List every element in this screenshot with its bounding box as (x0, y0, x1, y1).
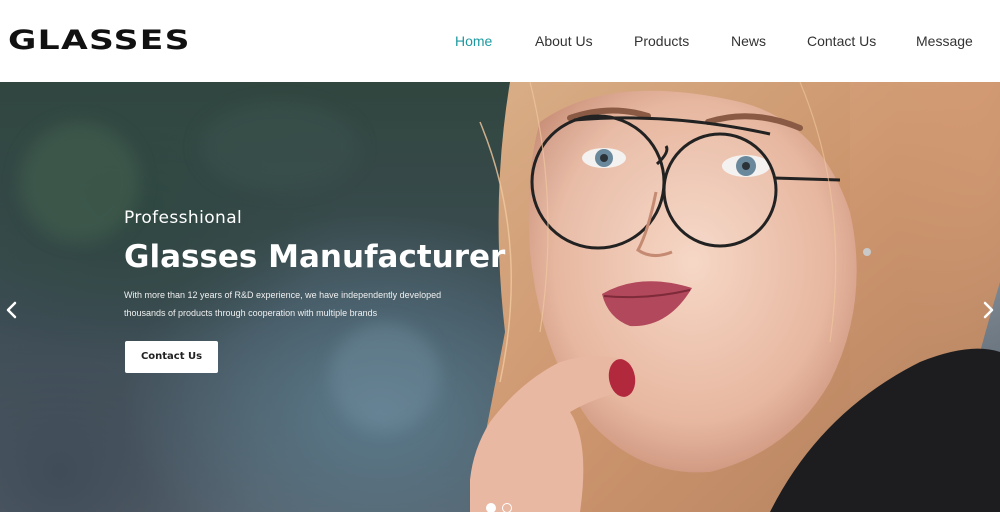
chevron-right-icon (983, 301, 994, 319)
slide-pagination (486, 503, 516, 512)
hero-text-block: Professhional Glasses Manufacturer With … (124, 208, 505, 322)
bokeh-light (200, 102, 360, 192)
slide-dot-2[interactable] (502, 503, 512, 512)
hero-title: Glasses Manufacturer (124, 239, 506, 275)
bokeh-light (20, 122, 140, 242)
bokeh-light (330, 322, 440, 432)
nav-item-products[interactable]: Products (634, 31, 689, 51)
nav-item-home[interactable]: Home (455, 31, 492, 51)
nav-item-message[interactable]: Message (916, 31, 973, 51)
nav-item-news[interactable]: News (731, 31, 766, 51)
nav-item-contact-us[interactable]: Contact Us (807, 31, 876, 51)
prev-slide-button[interactable] (4, 300, 20, 320)
chevron-left-icon (6, 301, 17, 319)
nav-item-about-us[interactable]: About Us (535, 31, 593, 51)
hero-description: With more than 12 years of R&D experienc… (124, 290, 442, 318)
site-logo[interactable]: GLASSES (8, 26, 191, 56)
site-header: GLASSES Home About Us Products News Cont… (0, 0, 1000, 82)
next-slide-button[interactable] (980, 300, 996, 320)
model-portrait-image (470, 82, 1000, 512)
contact-us-button[interactable]: Contact Us (125, 341, 218, 373)
hero-subtitle: Professhional (124, 208, 243, 228)
main-nav: Home About Us Products News Contact Us M… (440, 31, 1000, 51)
hero-banner: Professhional Glasses Manufacturer With … (0, 82, 1000, 512)
slide-dot-1[interactable] (486, 503, 496, 512)
